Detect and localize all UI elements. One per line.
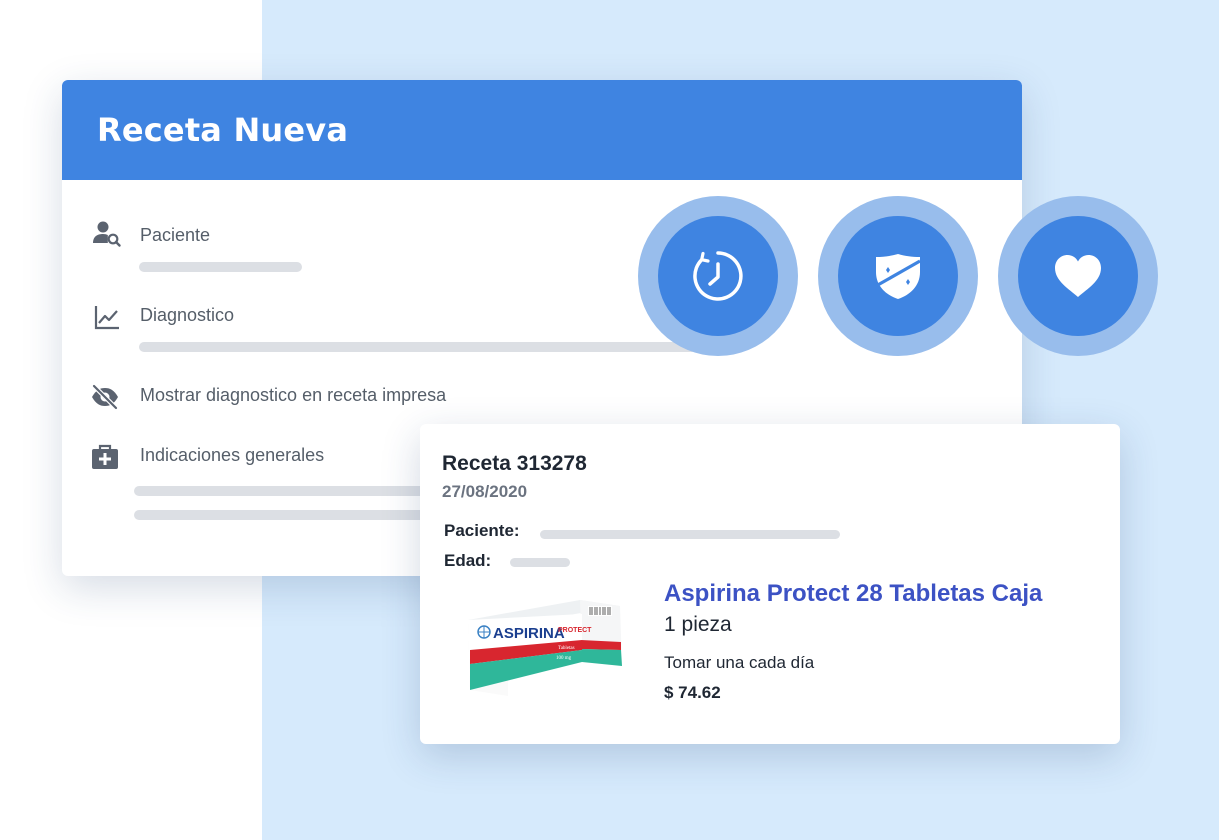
card-header: Receta Nueva	[62, 80, 1022, 180]
box-variant-text: PROTECT	[558, 627, 592, 634]
diagnosis-input-placeholder[interactable]	[139, 342, 697, 352]
prescription-date: 27/08/2020	[442, 482, 528, 501]
indications-line-2[interactable]	[134, 510, 434, 520]
box-dose-text: 100 mg	[556, 656, 572, 661]
shield-icon	[875, 254, 921, 299]
timer-icon	[693, 251, 743, 301]
product-quantity: 1 pieza	[664, 613, 732, 636]
shield-feature-badge	[818, 196, 978, 356]
heart-feature-badge	[998, 196, 1158, 356]
medicine-box-image: ASPIRINA PROTECT Tabletas 100 mg	[460, 592, 625, 702]
patient-input-placeholder[interactable]	[139, 262, 302, 272]
patient-field-label: Paciente:	[444, 521, 520, 540]
box-sub-text: Tabletas	[558, 646, 575, 651]
indications-line-1[interactable]	[134, 486, 434, 496]
prescription-card: Receta 313278 27/08/2020 Paciente: Edad:	[420, 424, 1120, 744]
box-brand-text: ASPIRINA	[493, 625, 565, 642]
prescription-title: Receta 313278	[442, 452, 587, 475]
age-field-label: Edad:	[444, 551, 492, 570]
patient-label: Paciente	[140, 225, 211, 245]
general-indications-label: Indicaciones generales	[140, 445, 325, 465]
patient-value-placeholder	[540, 530, 840, 539]
timer-feature-badge	[638, 196, 798, 356]
age-value-placeholder	[510, 558, 570, 567]
product-name-link[interactable]: Aspirina Protect 28 Tabletas Caja	[664, 580, 1042, 608]
product-price: $ 74.62	[664, 683, 721, 702]
card-title: Receta Nueva	[97, 111, 349, 149]
show-diagnosis-label: Mostrar diagnostico en receta impresa	[140, 385, 447, 405]
diagnosis-label: Diagnostico	[140, 305, 235, 325]
product-instructions: Tomar una cada día	[664, 653, 815, 672]
eye-off-icon[interactable]	[90, 382, 120, 412]
heart-icon	[1055, 255, 1101, 297]
medical-kit-icon	[90, 442, 120, 472]
chart-line-icon	[92, 302, 122, 332]
patient-search-icon	[92, 218, 122, 248]
